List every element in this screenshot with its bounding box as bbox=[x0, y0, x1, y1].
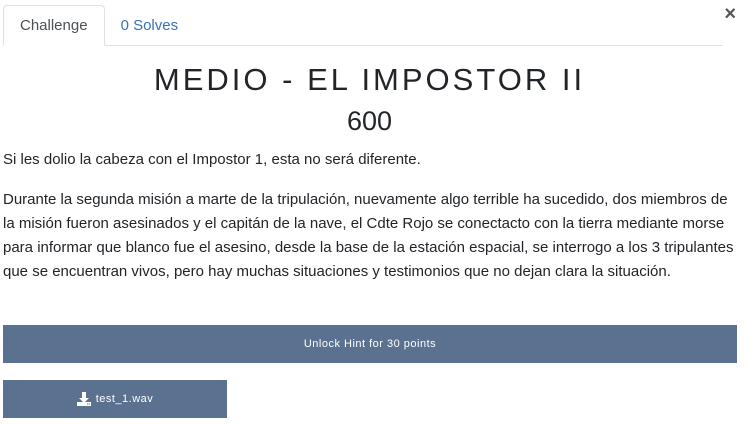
file-download-button[interactable]: test_1.wav bbox=[3, 380, 227, 418]
tab-bar: Challenge 0 Solves bbox=[3, 5, 723, 46]
description-paragraph-1: Si les dolio la cabeza con el Impostor 1… bbox=[3, 151, 421, 168]
challenge-points: 600 bbox=[346, 106, 393, 136]
challenge-title: MEDIO - EL IMPOSTOR II bbox=[153, 62, 586, 97]
download-icon bbox=[76, 392, 91, 406]
tab-solves[interactable]: 0 Solves bbox=[105, 5, 195, 45]
close-icon[interactable]: × bbox=[724, 4, 736, 24]
tab-challenge[interactable]: Challenge bbox=[3, 5, 105, 46]
unlock-hint-label: Unlock Hint for 30 points bbox=[303, 338, 437, 350]
description-paragraph-2: Durante la segunda misión a marte de la … bbox=[3, 191, 734, 280]
unlock-hint-button[interactable]: Unlock Hint for 30 points bbox=[3, 325, 737, 363]
challenge-modal: Challenge 0 Solves × MEDIO - EL IMPOSTOR… bbox=[0, 0, 745, 425]
file-name: test_1.wav bbox=[95, 393, 154, 405]
